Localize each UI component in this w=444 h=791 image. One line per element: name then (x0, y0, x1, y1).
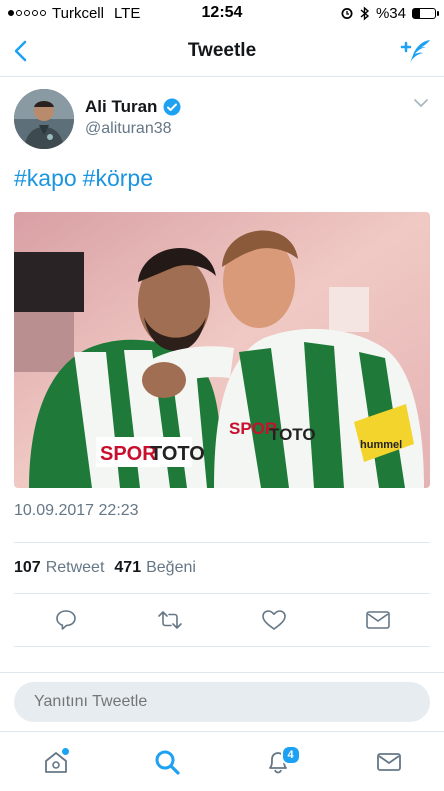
like-count[interactable]: 471 (114, 559, 141, 577)
carrier-name: Turkcell (52, 4, 104, 22)
message-button[interactable] (348, 609, 408, 631)
alarm-icon (341, 8, 353, 19)
svg-text:TOTO: TOTO (150, 443, 205, 465)
battery-percent: %34 (375, 4, 406, 22)
carrier-info: Turkcell LTE (8, 5, 140, 22)
tweet-photo[interactable]: SPOR TOTO hummel SPOR TOTO (14, 212, 430, 488)
svg-text:TOTO: TOTO (269, 425, 316, 444)
avatar[interactable] (14, 89, 74, 149)
envelope-icon (366, 611, 390, 629)
reply-icon (56, 610, 76, 630)
retweet-button[interactable] (140, 608, 200, 632)
notification-badge: 4 (280, 744, 301, 765)
reply-input[interactable] (14, 682, 430, 722)
tab-search[interactable] (137, 742, 197, 782)
svg-text:SPOR: SPOR (100, 443, 157, 465)
tweet-author: Ali Turan @alituran38 (0, 77, 444, 149)
compose-tweet-icon[interactable] (400, 37, 432, 65)
heart-icon (262, 610, 286, 630)
hashtag-link[interactable]: #körpe (83, 165, 153, 191)
navigation-bar: Tweetle (0, 26, 444, 77)
author-handle[interactable]: @alituran38 (85, 120, 181, 138)
back-icon[interactable] (12, 39, 30, 63)
tab-notifications[interactable]: 4 (248, 742, 308, 782)
svg-text:hummel: hummel (360, 439, 402, 451)
tweet-actions (14, 594, 430, 647)
search-icon (155, 750, 180, 775)
retweet-icon (158, 611, 182, 629)
tweet-stats: 107 Retweet 471 Beğeni (14, 543, 430, 594)
battery-icon (412, 7, 439, 19)
like-button[interactable] (244, 608, 304, 632)
tweet-text: #kapo #körpe (0, 149, 444, 192)
hashtag-link[interactable]: #kapo (14, 165, 77, 191)
reply-button[interactable] (36, 608, 96, 632)
retweet-count[interactable]: 107 (14, 559, 41, 577)
envelope-icon (376, 752, 401, 771)
tab-messages[interactable] (359, 742, 419, 782)
verified-badge-icon (163, 98, 181, 116)
page-title: Tweetle (187, 40, 257, 61)
status-right: %34 (340, 4, 439, 22)
like-label[interactable]: Beğeni (146, 559, 196, 577)
signal-strength-icon (8, 10, 46, 16)
network-type: LTE (113, 4, 141, 22)
retweet-label[interactable]: Retweet (46, 559, 105, 577)
reply-bar (0, 672, 444, 731)
tweet-timestamp: 10.09.2017 22:23 (14, 488, 430, 543)
chevron-down-icon[interactable] (412, 97, 430, 109)
tab-home[interactable] (26, 742, 86, 782)
bluetooth-icon (360, 5, 370, 21)
status-bar: Turkcell LTE 12:54 %34 (0, 0, 444, 26)
author-name[interactable]: Ali Turan (85, 97, 157, 117)
tab-bar: 4 (0, 731, 444, 791)
home-new-dot (61, 747, 69, 755)
